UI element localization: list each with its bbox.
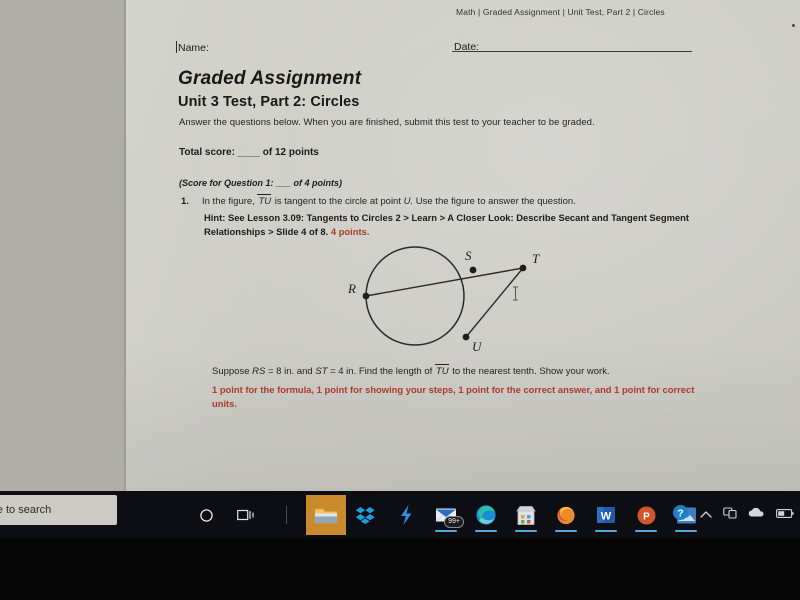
segment-tu-notation-2: TU bbox=[435, 366, 449, 377]
segment-tu-notation: TU bbox=[258, 196, 272, 207]
taskbar-item-microsoft-store[interactable] bbox=[506, 495, 546, 535]
monitor-screen: Math | Graded Assignment | Unit Test, Pa… bbox=[0, 0, 800, 538]
document-left-margin bbox=[0, 0, 126, 491]
taskbar-item-dropbox[interactable] bbox=[346, 495, 386, 535]
figure-label-s: S bbox=[465, 248, 472, 263]
taskbar-item-mail[interactable]: 99+ bbox=[426, 495, 466, 535]
text-caret bbox=[176, 41, 177, 53]
point-t-dot bbox=[519, 264, 527, 272]
photographed-screen: Math | Graded Assignment | Unit Test, Pa… bbox=[0, 0, 800, 600]
hint-body: Hint: See Lesson 3.09: Tangents to Circl… bbox=[204, 212, 690, 237]
monitor-bezel bbox=[0, 538, 800, 600]
tray-item-network[interactable] bbox=[723, 506, 737, 524]
taskbar-icon-strip[interactable]: 99+ W P bbox=[186, 495, 706, 535]
question-number: 1. bbox=[181, 196, 189, 207]
question-text: In the figure, TU is tangent to the circ… bbox=[202, 196, 576, 207]
suppose-prompt: Suppose RS = 8 in. and ST = 4 in. Find t… bbox=[212, 366, 610, 377]
suppose-part-1: Suppose bbox=[212, 366, 250, 377]
taskbar-item-microsoft-word[interactable]: W bbox=[586, 495, 626, 535]
suppose-part-2: = 8 in. and bbox=[268, 366, 313, 377]
taskbar-item-firefox[interactable] bbox=[546, 495, 586, 535]
system-tray[interactable]: ? bbox=[672, 495, 794, 535]
point-u-dot bbox=[462, 333, 470, 341]
tangent-line-tu bbox=[465, 267, 524, 338]
network-icon bbox=[723, 507, 737, 519]
tray-item-cloud[interactable] bbox=[748, 506, 765, 524]
taskbar-item-cortana[interactable] bbox=[186, 495, 226, 535]
search-placeholder-text: Type here to search bbox=[0, 504, 52, 516]
taskbar-separator bbox=[266, 495, 306, 535]
figure-label-r: R bbox=[347, 281, 356, 296]
secant-line-rt bbox=[365, 267, 524, 297]
total-score-line: Total score: ____ of 12 points bbox=[179, 147, 319, 158]
measure-rs: RS bbox=[252, 366, 266, 377]
mail-badge: 99+ bbox=[444, 516, 464, 528]
svg-text:P: P bbox=[643, 511, 650, 522]
suppose-part-3: = 4 in. Find the length of bbox=[330, 366, 433, 377]
question-text-part-3: Use the figure to answer the question. bbox=[415, 196, 576, 207]
powerpoint-icon: P bbox=[637, 506, 655, 524]
store-icon bbox=[516, 505, 536, 525]
chevron-up-icon bbox=[700, 511, 712, 518]
taskbar-item-task-view[interactable] bbox=[226, 495, 266, 535]
point-s-dot bbox=[469, 266, 477, 274]
measure-st: ST bbox=[315, 366, 328, 377]
word-document-page[interactable]: Math | Graded Assignment | Unit Test, Pa… bbox=[126, 0, 800, 491]
question-hint: Hint: See Lesson 3.09: Tangents to Circl… bbox=[204, 211, 709, 239]
page-subtitle: Unit 3 Test, Part 2: Circles bbox=[178, 94, 360, 110]
tray-item-help[interactable]: ? bbox=[672, 504, 689, 526]
page-title: Graded Assignment bbox=[178, 68, 362, 89]
dropbox-icon bbox=[355, 507, 375, 524]
hint-points: 4 points. bbox=[330, 226, 370, 237]
circle-tangent-figure: R S T U bbox=[347, 246, 540, 354]
instructions-text: Answer the questions below. When you are… bbox=[179, 117, 595, 128]
taskbar-item-microsoft-powerpoint[interactable]: P bbox=[626, 495, 666, 535]
edge-icon bbox=[476, 505, 496, 525]
text-ibeam-cursor bbox=[513, 286, 518, 301]
circle-shape bbox=[365, 246, 465, 346]
tray-item-show-hidden-icons[interactable] bbox=[700, 506, 712, 524]
header-bullet-marker bbox=[792, 24, 795, 27]
taskbar-item-microsoft-edge[interactable] bbox=[466, 495, 506, 535]
folder-icon bbox=[314, 508, 338, 524]
grading-rubric: 1 point for the formula, 1 point for sho… bbox=[212, 384, 695, 409]
task-view-icon bbox=[237, 509, 254, 521]
svg-text:?: ? bbox=[677, 507, 683, 519]
search-input[interactable]: Type here to search bbox=[0, 495, 117, 525]
figure-label-u: U bbox=[472, 339, 483, 354]
document-breadcrumb-header: Math | Graded Assignment | Unit Test, Pa… bbox=[456, 7, 665, 17]
question-score-note: (Score for Question 1: ___ of 4 points) bbox=[179, 178, 343, 188]
firefox-icon bbox=[557, 506, 575, 525]
word-status-bar[interactable]: Focus bbox=[252, 470, 800, 491]
question-circle-icon: ? bbox=[673, 505, 688, 520]
word-icon: W bbox=[597, 507, 615, 523]
circle-icon bbox=[199, 508, 213, 522]
battery-icon bbox=[776, 509, 794, 518]
date-field-underline bbox=[452, 51, 692, 52]
suppose-part-4: to the nearest tenth. Show your work. bbox=[452, 366, 610, 377]
taskbar-item-file-explorer[interactable] bbox=[306, 495, 346, 535]
tray-item-battery[interactable] bbox=[776, 506, 794, 524]
taskbar-item-flash-app[interactable] bbox=[386, 495, 426, 535]
point-label-u: U. bbox=[403, 196, 414, 207]
lightning-icon bbox=[401, 505, 412, 525]
point-r-dot bbox=[362, 292, 370, 300]
question-text-part-2: is tangent to the circle at point bbox=[274, 196, 401, 207]
question-text-part-1: In the figure, bbox=[202, 196, 255, 207]
name-field-label: Name: bbox=[178, 42, 209, 54]
cloud-icon bbox=[748, 507, 764, 517]
svg-text:W: W bbox=[601, 511, 612, 523]
figure-label-t: T bbox=[532, 251, 540, 266]
